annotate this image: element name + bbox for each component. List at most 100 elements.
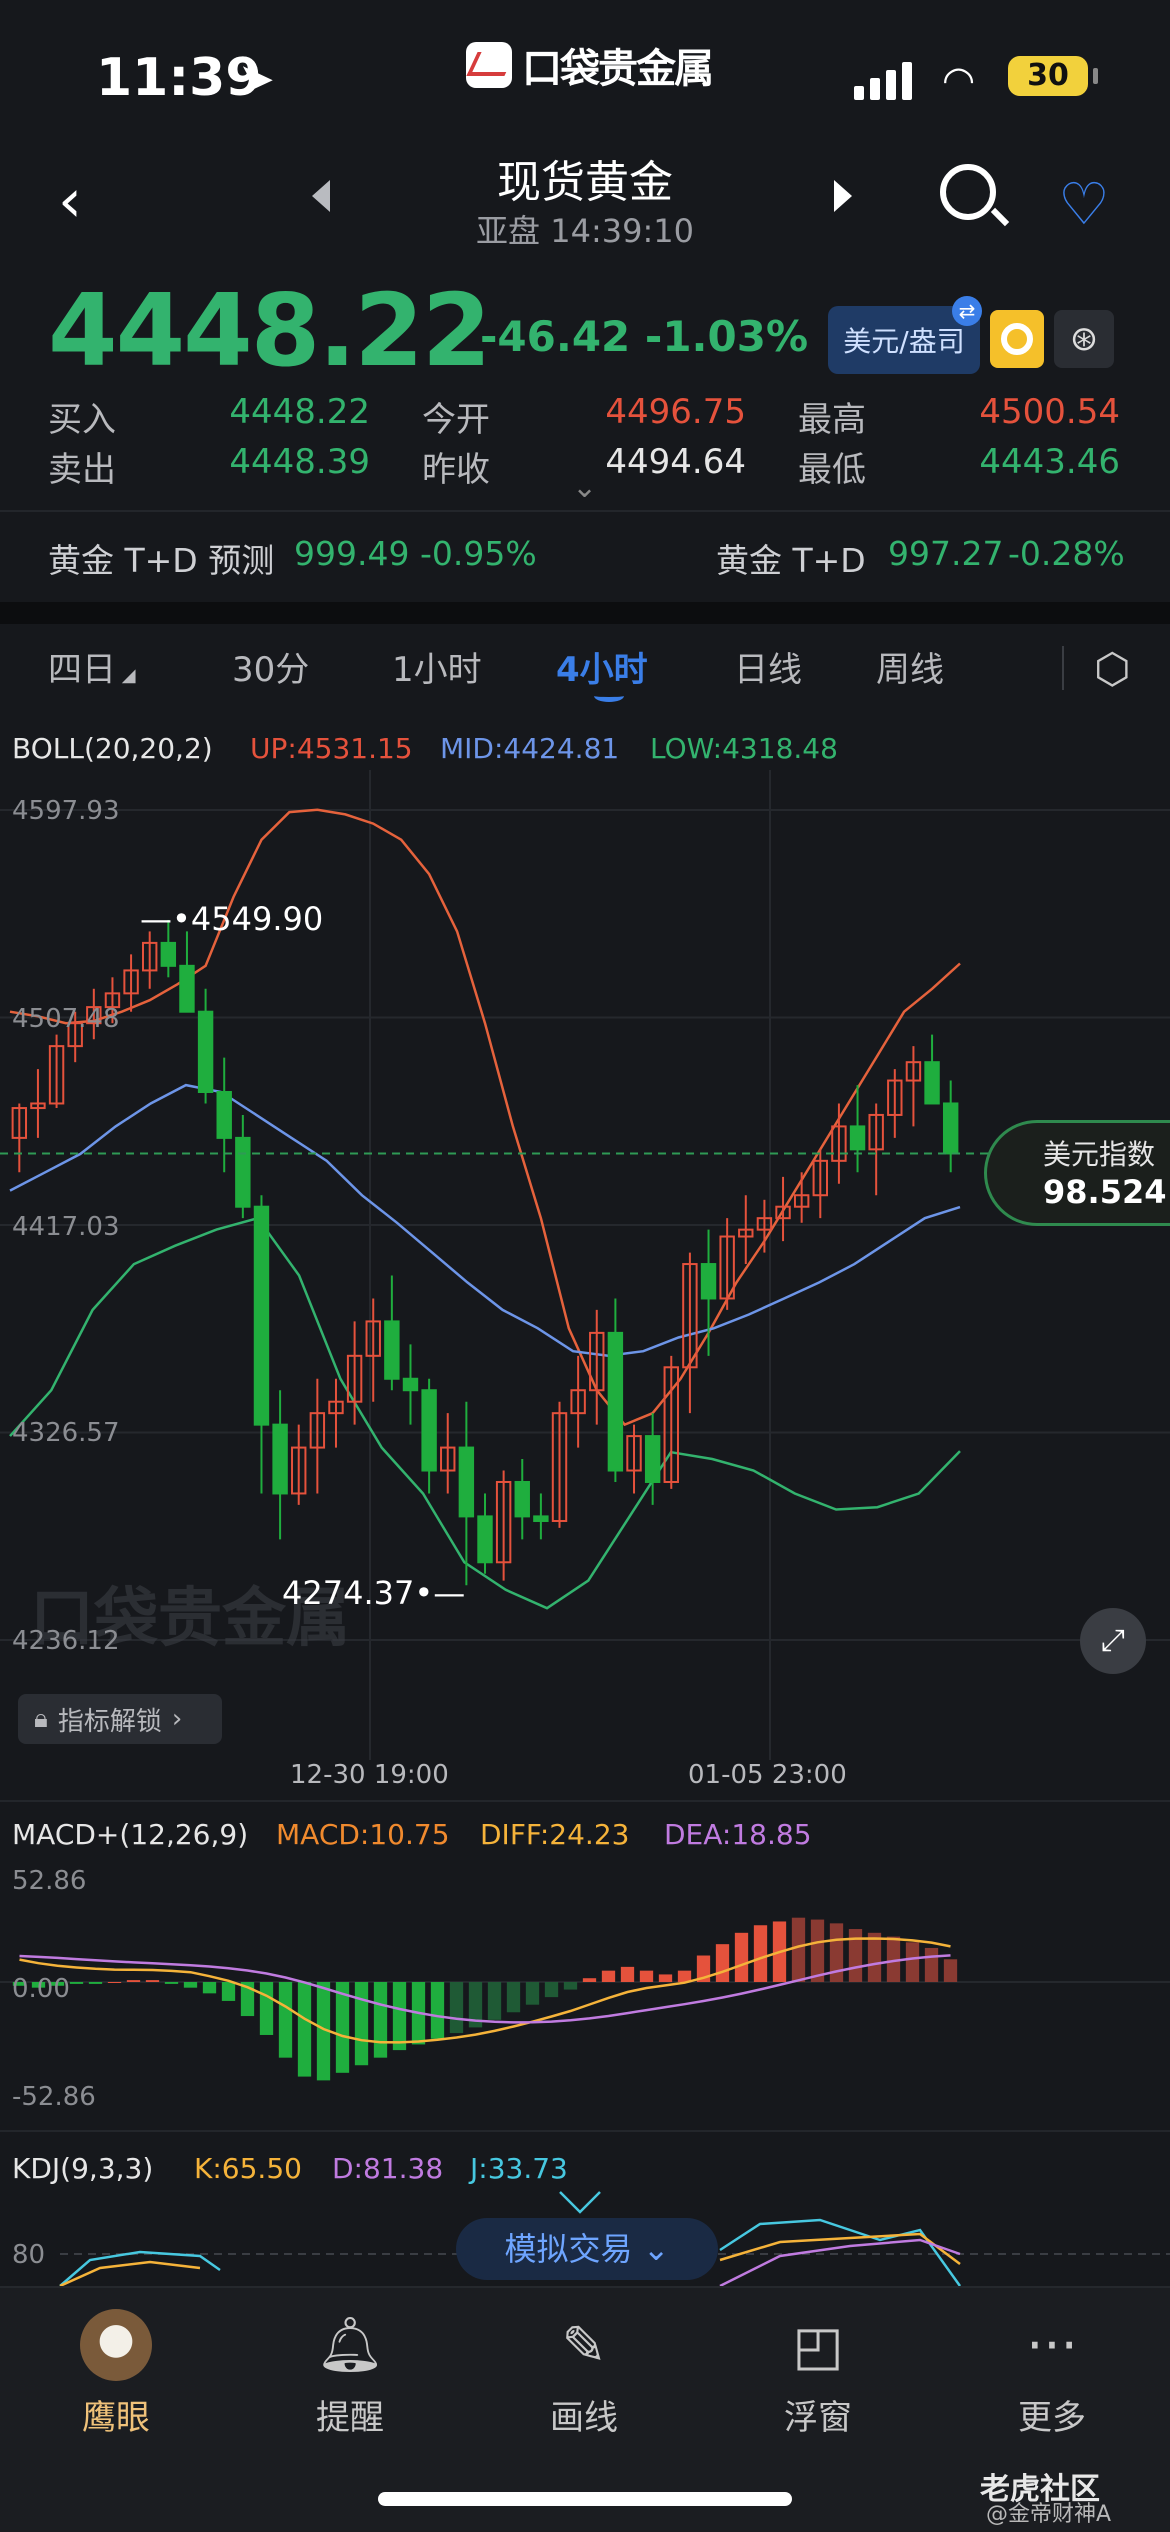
currency-icon: ⊛ <box>1069 319 1099 359</box>
nav-label: 鹰眼 <box>82 2398 150 2438</box>
low-annotation-value: 4274.37 <box>282 1574 415 1612</box>
boll-up: UP:4531.15 <box>250 732 413 765</box>
low-annotation: 4274.37•— <box>282 1574 466 1612</box>
macd-name: MACD+(12,26,9) <box>12 1818 249 1851</box>
td-row[interactable]: 黄金 T+D 预测 999.49 -0.95% 黄金 T+D 997.27 -0… <box>0 520 1170 600</box>
candle-body <box>253 1205 270 1426</box>
candle-body <box>179 964 195 1013</box>
unlock-indicators-button[interactable]: 🔒︎ 指标解锁 › <box>18 1694 222 1744</box>
simulated-trading-button[interactable]: 模拟交易 ⌄ <box>456 2218 718 2280</box>
refresh-icon <box>1001 323 1033 355</box>
macd-bar <box>278 1982 293 2058</box>
tab-weekly[interactable]: 周线 <box>876 642 944 691</box>
open-label: 今开 <box>422 400 490 440</box>
td-change: -0.28% <box>1008 534 1125 573</box>
expand-chevron-icon[interactable]: ⌄ <box>572 470 597 505</box>
nav-label: 提醒 <box>316 2398 384 2438</box>
fullscreen-expand-icon[interactable]: ⤢ <box>1080 1608 1146 1674</box>
high-annotation: —•4549.90 <box>140 900 324 938</box>
macd-bar <box>639 1970 654 1982</box>
currency-button[interactable]: ⊛ <box>1054 310 1114 368</box>
candle-body <box>197 1010 214 1094</box>
kdj-name: KDJ(9,3,3) <box>12 2152 154 2185</box>
battery-icon: 30 <box>1008 56 1098 96</box>
macd-bar <box>582 1978 597 1982</box>
macd-diff: DIFF:24.23 <box>480 1818 630 1851</box>
tab-label: 四日 <box>48 650 116 690</box>
price-axis-label: 4236.12 <box>12 1626 120 1656</box>
brand-name: 口袋贵金属 <box>522 46 714 92</box>
candle-body <box>924 1061 940 1105</box>
divider <box>0 2130 1170 2132</box>
low-label: 最低 <box>798 450 866 490</box>
active-tab-indicator <box>594 690 624 702</box>
boll-mid-line <box>9 1083 961 1358</box>
boll-name: BOLL(20,20,2) <box>12 732 213 765</box>
favorite-heart-icon[interactable]: ♡ <box>1058 170 1110 238</box>
tab-daily[interactable]: 日线 <box>734 642 802 691</box>
tab-30min[interactable]: 30分 <box>232 642 309 691</box>
nav-more[interactable]: ··· 更多 <box>972 2300 1132 2439</box>
search-icon[interactable] <box>940 164 996 220</box>
nav-float-window[interactable]: ◰ 浮窗 <box>738 2300 898 2439</box>
nav-eagle-eye[interactable]: 鹰眼 <box>36 2300 196 2439</box>
ask-value: 4448.39 <box>229 442 370 482</box>
macd-bar <box>354 1982 369 2066</box>
candle-body <box>700 1263 717 1300</box>
candle-body <box>216 1091 232 1139</box>
macd-bar <box>620 1966 635 1982</box>
macd-bar <box>373 1982 388 2058</box>
nav-label: 更多 <box>1018 2398 1086 2438</box>
macd-value: MACD:10.75 <box>276 1818 450 1851</box>
price-axis-label: 4326.57 <box>12 1418 120 1448</box>
tab-four-day[interactable]: 四日 ◢ <box>48 642 136 691</box>
nav-alert[interactable]: 🔔︎ 提醒 <box>270 2300 430 2439</box>
tab-1hour[interactable]: 1小时 <box>392 642 482 691</box>
pencil-icon: ✎ <box>561 2313 607 2377</box>
macd-dea: DEA:18.85 <box>664 1818 812 1851</box>
macd-bar <box>658 1974 673 1982</box>
candle-body <box>533 1515 549 1522</box>
high-value: 4500.54 <box>979 392 1120 432</box>
chart-settings-icon[interactable]: ⬡ <box>1094 648 1136 690</box>
nav-label: 画线 <box>550 2398 618 2438</box>
location-arrow-icon: ➤ <box>238 54 275 105</box>
simulated-trading-label: 模拟交易 <box>504 2230 633 2268</box>
high-label: 最高 <box>798 400 866 440</box>
watermark-sub: @金帝财神A <box>986 2502 1112 2527</box>
candle-body <box>421 1389 437 1472</box>
macd-bar <box>449 1982 464 2034</box>
macd-bar <box>487 1982 502 2020</box>
tab-4hour[interactable]: 4小时 <box>556 642 648 691</box>
macd-bar <box>544 1982 559 1998</box>
app-brand: 口袋贵金属 <box>466 36 714 94</box>
macd-bar <box>924 1947 939 1982</box>
macd-bar <box>506 1982 521 2013</box>
macd-bar <box>525 1982 540 2005</box>
candle-body <box>235 1136 251 1208</box>
macd-bar <box>107 1982 122 1983</box>
kdj-j: J:33.73 <box>470 2152 568 2185</box>
kdj-k: K:65.50 <box>194 2152 302 2185</box>
refresh-button[interactable] <box>990 310 1044 368</box>
low-value: 4443.46 <box>979 442 1120 482</box>
candle-body <box>942 1102 959 1155</box>
last-price: 4448.22 <box>48 272 491 389</box>
price-axis-label: 4597.93 <box>12 796 120 826</box>
nav-label: 浮窗 <box>784 2398 852 2438</box>
kdj-k-line <box>59 2260 201 2286</box>
next-instrument-button[interactable] <box>834 180 852 212</box>
price-change: -46.42 -1.03% <box>480 312 809 361</box>
candle-body <box>514 1480 530 1518</box>
brand-logo-icon <box>466 42 512 88</box>
candle-body <box>607 1331 624 1472</box>
usd-index-badge[interactable]: 美元指数 98.524 <box>984 1120 1170 1226</box>
clock: 11:39 <box>96 48 262 108</box>
unit-label: 美元/盎司 <box>843 325 965 358</box>
macd-bar <box>943 1959 958 1982</box>
macd-bar <box>145 1980 160 1982</box>
candle-body <box>644 1435 661 1483</box>
eagle-eye-icon <box>80 2309 152 2381</box>
nav-draw-line[interactable]: ✎ 画线 <box>504 2300 664 2439</box>
time-axis-label: 01-05 23:00 <box>688 1760 847 1790</box>
